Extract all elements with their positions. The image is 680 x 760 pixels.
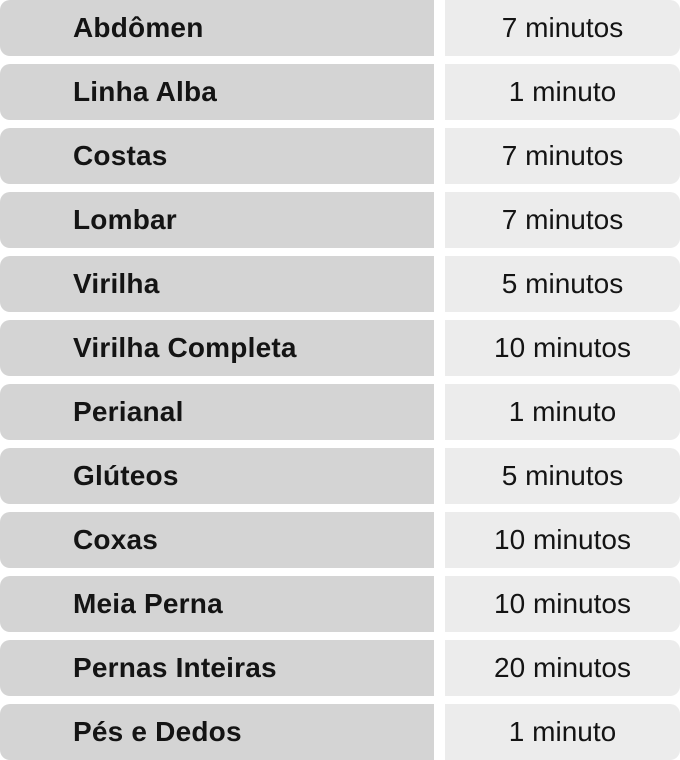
duration-cell: 10 minutos	[445, 320, 680, 376]
duration-cell: 10 minutos	[445, 576, 680, 632]
duration-table: Abdômen 7 minutos Linha Alba 1 minuto Co…	[0, 0, 680, 760]
area-name-cell: Meia Perna	[0, 576, 434, 632]
duration-cell: 7 minutos	[445, 192, 680, 248]
table-row: Abdômen 7 minutos	[0, 0, 680, 56]
duration-cell: 5 minutos	[445, 256, 680, 312]
table-row: Virilha Completa 10 minutos	[0, 320, 680, 376]
duration-cell: 7 minutos	[445, 0, 680, 56]
area-name-cell: Virilha	[0, 256, 434, 312]
table-row: Coxas 10 minutos	[0, 512, 680, 568]
area-name-cell: Lombar	[0, 192, 434, 248]
table-row: Pés e Dedos 1 minuto	[0, 704, 680, 760]
duration-cell: 10 minutos	[445, 512, 680, 568]
table-row: Lombar 7 minutos	[0, 192, 680, 248]
table-row: Pernas Inteiras 20 minutos	[0, 640, 680, 696]
duration-cell: 1 minuto	[445, 64, 680, 120]
duration-cell: 5 minutos	[445, 448, 680, 504]
area-name-cell: Pés e Dedos	[0, 704, 434, 760]
duration-cell: 1 minuto	[445, 384, 680, 440]
area-name-cell: Abdômen	[0, 0, 434, 56]
duration-cell: 1 minuto	[445, 704, 680, 760]
area-name-cell: Virilha Completa	[0, 320, 434, 376]
area-name-cell: Costas	[0, 128, 434, 184]
area-name-cell: Pernas Inteiras	[0, 640, 434, 696]
table-row: Perianal 1 minuto	[0, 384, 680, 440]
duration-cell: 20 minutos	[445, 640, 680, 696]
area-name-cell: Glúteos	[0, 448, 434, 504]
table-row: Costas 7 minutos	[0, 128, 680, 184]
area-name-cell: Linha Alba	[0, 64, 434, 120]
table-row: Virilha 5 minutos	[0, 256, 680, 312]
area-name-cell: Perianal	[0, 384, 434, 440]
area-name-cell: Coxas	[0, 512, 434, 568]
table-row: Glúteos 5 minutos	[0, 448, 680, 504]
table-row: Linha Alba 1 minuto	[0, 64, 680, 120]
table-row: Meia Perna 10 minutos	[0, 576, 680, 632]
duration-cell: 7 minutos	[445, 128, 680, 184]
